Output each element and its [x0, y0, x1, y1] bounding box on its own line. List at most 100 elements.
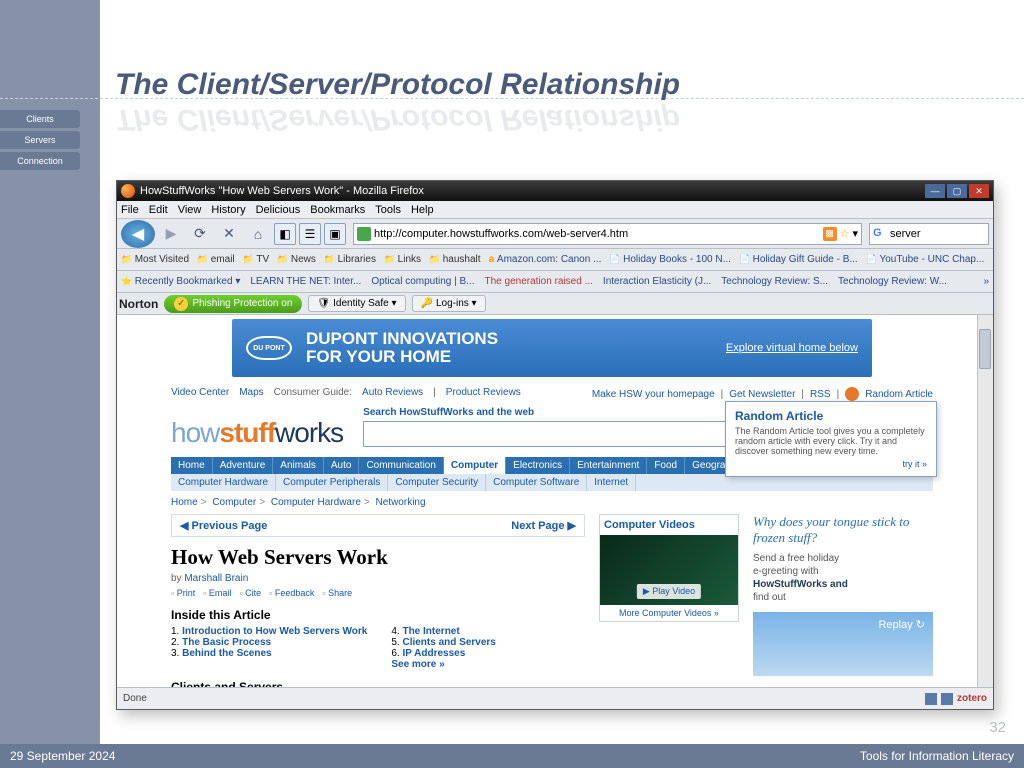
tab-auto[interactable]: Auto: [324, 457, 360, 474]
logins-button[interactable]: 🔑Log-ins ▾: [412, 295, 486, 312]
tab-entertainment[interactable]: Entertainment: [570, 457, 647, 474]
bm-amazon[interactable]: Amazon.com: Canon ...: [489, 254, 602, 265]
menu-help[interactable]: Help: [411, 204, 434, 216]
phishing-indicator[interactable]: Phishing Protection on: [164, 295, 302, 313]
link-auto-reviews[interactable]: Auto Reviews: [362, 387, 423, 401]
home-button[interactable]: ⌂: [245, 222, 271, 246]
tab-communication[interactable]: Communication: [359, 457, 443, 474]
delicious-tag-icon[interactable]: ☰: [299, 223, 321, 245]
tab-electronics[interactable]: Electronics: [506, 457, 570, 474]
status-icon-2[interactable]: [941, 693, 953, 705]
frozen-promo-heading[interactable]: Why does your tongue stick to frozen stu…: [753, 514, 933, 546]
cv-more-link[interactable]: More Computer Videos »: [600, 605, 738, 621]
link-rss[interactable]: RSS: [810, 389, 831, 400]
crumb-computer[interactable]: Computer: [212, 497, 256, 508]
crumb-home[interactable]: Home: [171, 497, 198, 508]
bm-news[interactable]: News: [277, 254, 316, 265]
bm-links[interactable]: Links: [384, 254, 421, 265]
menu-file[interactable]: File: [121, 204, 139, 216]
tab-home[interactable]: Home: [171, 457, 213, 474]
crumb-networking[interactable]: Networking: [376, 497, 426, 508]
tab-adventure[interactable]: Adventure: [213, 457, 274, 474]
bm-tv[interactable]: TV: [243, 254, 270, 265]
forward-button[interactable]: ▶: [158, 222, 184, 246]
sky-ad[interactable]: Replay: [753, 612, 933, 676]
tab-food[interactable]: Food: [647, 457, 685, 474]
subtab-software[interactable]: Computer Software: [486, 474, 587, 491]
banner-cta[interactable]: Explore virtual home below: [726, 342, 858, 354]
bm-interaction[interactable]: Interaction Elasticity (J...: [603, 276, 711, 287]
bm-techrev-w[interactable]: Technology Review: W...: [838, 276, 947, 287]
bm-optical[interactable]: Optical computing | B...: [371, 276, 474, 287]
crumb-hardware[interactable]: Computer Hardware: [271, 497, 361, 508]
bm-techrev-s[interactable]: Technology Review: S...: [721, 276, 828, 287]
author-link[interactable]: Marshall Brain: [184, 573, 248, 584]
ita-1[interactable]: Introduction to How Web Servers Work: [182, 626, 367, 637]
menu-bookmarks[interactable]: Bookmarks: [310, 204, 365, 216]
scroll-thumb[interactable]: [979, 329, 991, 369]
bm-overflow[interactable]: »: [983, 276, 989, 287]
menu-delicious[interactable]: Delicious: [256, 204, 301, 216]
subtab-hardware[interactable]: Computer Hardware: [171, 474, 276, 491]
tool-print[interactable]: Print: [171, 588, 195, 598]
menu-edit[interactable]: Edit: [149, 204, 168, 216]
random-article-icon[interactable]: [845, 387, 859, 401]
identity-safe-button[interactable]: 🛡Identity Safe ▾: [308, 295, 405, 312]
link-maps[interactable]: Maps: [239, 387, 263, 401]
reload-button[interactable]: ⟳: [187, 222, 213, 246]
status-icon-1[interactable]: [925, 693, 937, 705]
menu-tools[interactable]: Tools: [375, 204, 401, 216]
subtab-internet[interactable]: Internet: [587, 474, 636, 491]
tool-share[interactable]: Share: [322, 588, 352, 598]
hsw-logo[interactable]: howstuffworks: [171, 417, 343, 449]
link-random-article[interactable]: Random Article: [865, 389, 933, 400]
link-product-reviews[interactable]: Product Reviews: [446, 387, 521, 401]
ita-5[interactable]: Clients and Servers: [402, 637, 495, 648]
subtab-security[interactable]: Computer Security: [388, 474, 486, 491]
dupont-banner-ad[interactable]: DU PONT DUPONT INNOVATIONSFOR YOUR HOME …: [232, 319, 872, 377]
subtab-peripherals[interactable]: Computer Peripherals: [276, 474, 388, 491]
next-page-link[interactable]: Next Page ▶: [511, 519, 576, 532]
bm-email[interactable]: email: [197, 254, 235, 265]
bm-libraries[interactable]: Libraries: [324, 254, 376, 265]
ita-6[interactable]: IP Addresses: [402, 648, 465, 659]
tab-animals[interactable]: Animals: [273, 457, 324, 474]
bm-recently[interactable]: Recently Bookmarked ▾: [121, 276, 240, 287]
rail-tab-clients[interactable]: Clients: [0, 110, 80, 128]
bm-youtube[interactable]: YouTube - UNC Chap...: [866, 254, 985, 265]
zotero-button[interactable]: zotero: [957, 693, 987, 704]
tooltip-try-link[interactable]: try it »: [735, 459, 927, 469]
ita-2[interactable]: The Basic Process: [182, 637, 271, 648]
link-newsletter[interactable]: Get Newsletter: [729, 389, 795, 400]
bm-generation[interactable]: The generation raised ...: [485, 276, 593, 287]
bm-learn-net[interactable]: LEARN THE NET: Inter...: [250, 276, 361, 287]
bm-most-visited[interactable]: Most Visited: [121, 254, 189, 265]
rail-tab-connection[interactable]: Connection: [0, 152, 80, 170]
close-button[interactable]: ✕: [969, 184, 989, 198]
screenshot-icon[interactable]: ▣: [324, 223, 346, 245]
delicious-save-icon[interactable]: ◧: [274, 223, 296, 245]
rail-tab-servers[interactable]: Servers: [0, 131, 80, 149]
bm-haushalt[interactable]: haushalt: [429, 254, 481, 265]
browser-search-input[interactable]: [890, 228, 970, 240]
tab-computer[interactable]: Computer: [444, 457, 506, 474]
minimize-button[interactable]: —: [925, 184, 945, 198]
browser-search-box[interactable]: G: [869, 223, 989, 245]
link-video-center[interactable]: Video Center: [171, 387, 229, 401]
cv-thumbnail[interactable]: ▶ Play Video: [600, 535, 738, 605]
url-dropdown-icon[interactable]: ▾: [852, 227, 858, 240]
link-homepage[interactable]: Make HSW your homepage: [592, 389, 715, 400]
maximize-button[interactable]: ▢: [947, 184, 967, 198]
rss-icon[interactable]: ▩: [823, 227, 837, 241]
tool-feedback[interactable]: Feedback: [269, 588, 314, 598]
replay-button[interactable]: Replay: [878, 618, 925, 631]
bm-holiday-gift[interactable]: Holiday Gift Guide - B...: [739, 254, 858, 265]
bm-holiday-books[interactable]: Holiday Books - 100 N...: [609, 254, 731, 265]
url-bar[interactable]: ▩ ☆ ▾: [353, 223, 862, 245]
url-input[interactable]: [374, 228, 823, 240]
tool-cite[interactable]: Cite: [239, 588, 261, 598]
ita-3[interactable]: Behind the Scenes: [182, 648, 271, 659]
ita-see-more[interactable]: See more »: [391, 659, 496, 670]
menu-history[interactable]: History: [211, 204, 245, 216]
ita-4[interactable]: The Internet: [402, 626, 459, 637]
